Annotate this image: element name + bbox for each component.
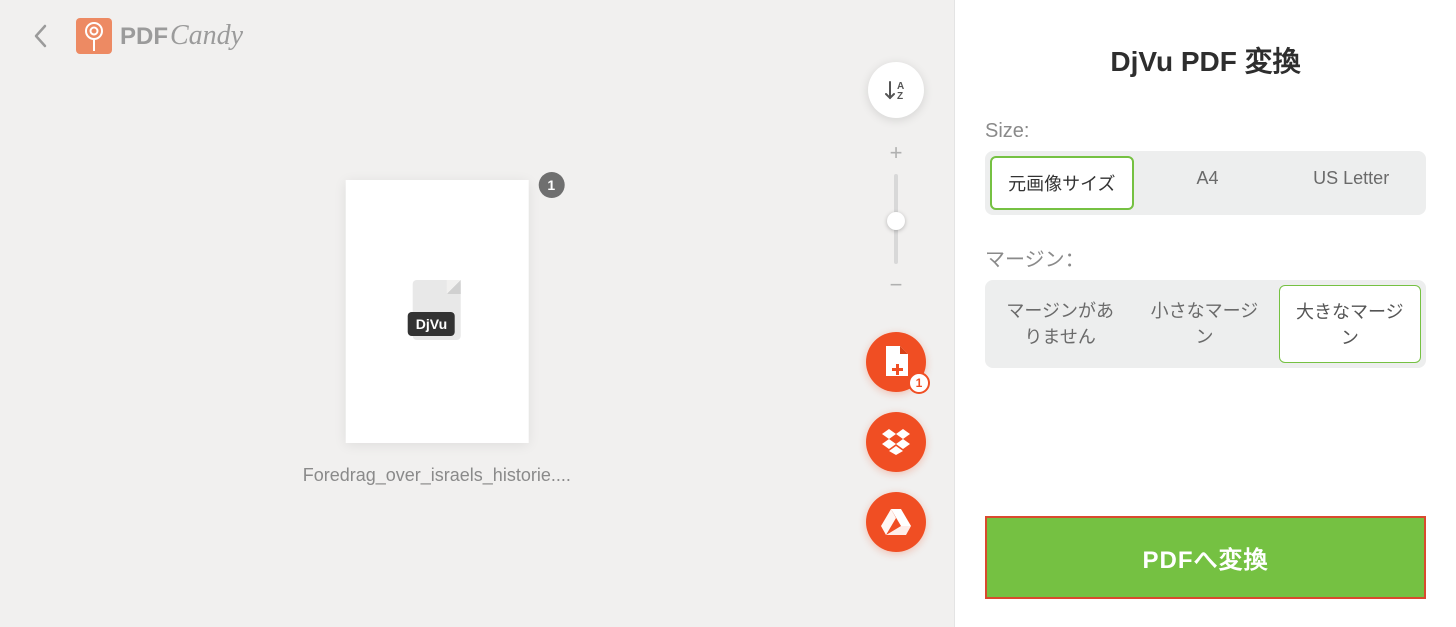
size-option-usletter[interactable]: US Letter bbox=[1281, 156, 1421, 210]
file-format-badge: DjVu bbox=[408, 312, 455, 336]
zoom-slider[interactable] bbox=[894, 174, 898, 264]
google-drive-icon bbox=[881, 509, 911, 535]
logo-pdf-text: PDF bbox=[120, 23, 168, 51]
logo-icon bbox=[76, 18, 112, 54]
editor-pane: PDF Candy DjVu 1 Foredrag_over_israels_h… bbox=[0, 0, 954, 627]
size-option-a4[interactable]: A4 bbox=[1138, 156, 1278, 210]
file-index-badge: 1 bbox=[538, 172, 564, 198]
tools-column: A Z + − 1 bbox=[866, 62, 926, 552]
header: PDF Candy bbox=[0, 0, 954, 72]
zoom-thumb[interactable] bbox=[887, 212, 905, 230]
file-type-icon: DjVu bbox=[410, 280, 464, 344]
convert-button[interactable]: PDFへ変換 bbox=[985, 516, 1426, 599]
panel-title: DjVu PDF 変換 bbox=[985, 40, 1426, 80]
dropbox-button[interactable] bbox=[866, 412, 926, 472]
google-drive-button[interactable] bbox=[866, 492, 926, 552]
margin-segmented: マージンがありません 小さなマージン 大きなマージン bbox=[985, 280, 1426, 368]
file-item[interactable]: DjVu 1 bbox=[345, 180, 528, 443]
zoom-out-button[interactable]: − bbox=[886, 270, 907, 300]
size-segmented: 元画像サイズ A4 US Letter bbox=[985, 151, 1426, 215]
size-option-original[interactable]: 元画像サイズ bbox=[990, 156, 1134, 210]
logo-text: PDF Candy bbox=[120, 20, 243, 52]
file-count-badge: 1 bbox=[908, 372, 930, 394]
size-label: Size: bbox=[985, 120, 1426, 143]
margin-option-none[interactable]: マージンがありません bbox=[990, 285, 1130, 363]
margin-label: マージン： bbox=[985, 243, 1426, 272]
back-button[interactable] bbox=[28, 24, 52, 48]
sort-az-icon: A Z bbox=[884, 78, 908, 102]
settings-pane: DjVu PDF 変換 Size: 元画像サイズ A4 US Letter マー… bbox=[954, 0, 1456, 627]
zoom-control: + − bbox=[886, 138, 907, 300]
add-file-button[interactable]: 1 bbox=[866, 332, 926, 392]
svg-text:Z: Z bbox=[897, 91, 903, 102]
zoom-in-button[interactable]: + bbox=[886, 138, 907, 168]
file-thumbnail: DjVu bbox=[345, 180, 528, 443]
app-logo[interactable]: PDF Candy bbox=[76, 18, 243, 54]
sort-button[interactable]: A Z bbox=[868, 62, 924, 118]
dropbox-icon bbox=[881, 429, 911, 455]
logo-candy-text: Candy bbox=[170, 20, 243, 52]
file-add-icon bbox=[882, 346, 910, 378]
chevron-left-icon bbox=[33, 24, 47, 48]
margin-option-large[interactable]: 大きなマージン bbox=[1279, 285, 1421, 363]
margin-option-small[interactable]: 小さなマージン bbox=[1134, 285, 1274, 363]
file-name-label: Foredrag_over_israels_historie.... bbox=[303, 465, 571, 486]
file-area: DjVu 1 Foredrag_over_israels_historie...… bbox=[303, 180, 571, 486]
